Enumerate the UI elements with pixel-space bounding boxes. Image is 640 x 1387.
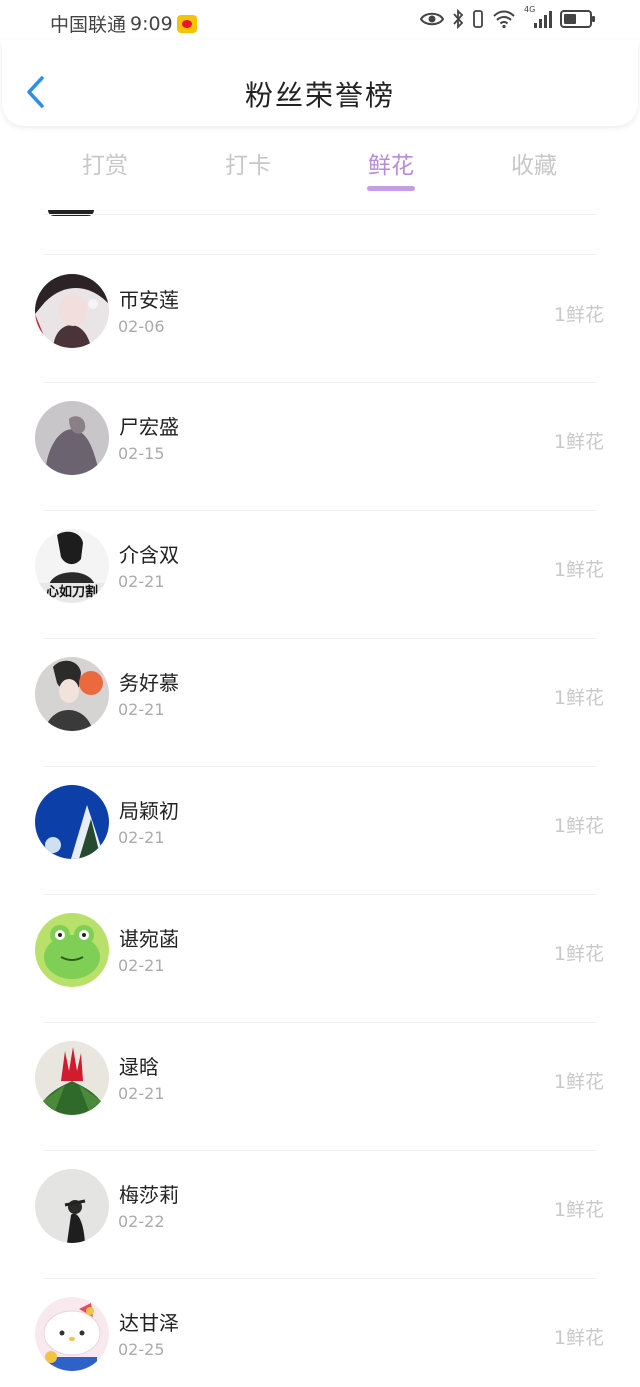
fan-name: 帀安莲 [119,288,179,312]
tab-favorites[interactable]: 收藏 [474,146,594,180]
fan-name: 务好慕 [119,671,179,695]
avatar [35,657,109,731]
fan-name: 达甘泽 [119,1311,179,1335]
fan-date: 02-06 [118,317,165,336]
gift-count: 1鲜花 [553,815,604,837]
fan-date: 02-25 [118,1340,165,1359]
avatar: 心如刀割 [35,529,109,603]
page-title: 粉丝荣誉榜 [244,79,395,112]
gift-count: 1鲜花 [553,559,604,581]
status-icons: 4G [420,5,596,29]
list-divider [44,894,596,895]
carrier-time: 中国联通 9:09 [50,10,197,37]
fan-name: 梅莎莉 [119,1183,179,1207]
vibrate-icon [473,10,483,28]
list-divider [44,1150,596,1151]
fan-date: 02-21 [118,1084,165,1103]
list-divider [44,214,596,215]
list-divider [44,510,596,511]
fan-name: 尸宏盛 [119,415,179,439]
list-divider [44,1022,596,1023]
avatar [35,1041,109,1115]
fan-date: 02-22 [118,1212,165,1231]
tab-reward[interactable]: 打赏 [45,146,165,180]
avatar [35,913,109,987]
fan-date: 02-21 [118,700,165,719]
gift-count: 1鲜花 [553,1071,604,1093]
fan-name: 逯晗 [119,1055,159,1079]
fan-date: 02-21 [118,828,165,847]
tab-bar: 打赏 打卡 鲜花 收藏 [0,140,640,200]
battery-icon [560,10,595,28]
avatar [35,1169,109,1243]
wifi-icon [493,10,515,29]
fan-name: 介含双 [119,543,179,567]
fan-name: 局颖初 [119,799,179,823]
list-divider [44,382,596,383]
tab-flowers[interactable]: 鲜花 [331,146,451,180]
gift-count: 1鲜花 [553,304,604,326]
avatar [35,1297,109,1371]
status-bar: 中国联通 9:09 4G [0,0,640,44]
gift-count: 1鲜花 [553,943,604,965]
partial-avatar [48,210,94,216]
eye-icon [420,12,444,26]
gift-count: 1鲜花 [553,1199,604,1221]
list-item[interactable]: 达甘泽 02-25 1鲜花 [0,1297,640,1387]
fan-date: 02-21 [118,572,165,591]
signal-icon: 4G [524,5,552,29]
carrier-name: 中国联通 [50,14,127,36]
fan-date: 02-21 [118,956,165,975]
header-bar: 粉丝荣誉榜 [2,40,638,126]
list-divider [44,638,596,639]
fan-name: 谌宛菡 [119,927,179,951]
gift-count: 1鲜花 [553,687,604,709]
list-divider [44,766,596,767]
weibo-icon [176,14,197,33]
active-tab-indicator [367,186,415,191]
avatar [35,785,109,859]
avatar [35,401,109,475]
gift-count: 1鲜花 [553,1327,604,1349]
avatar-caption: 心如刀割 [45,585,98,600]
list-divider [44,1278,596,1279]
tab-checkin[interactable]: 打卡 [188,146,308,180]
fan-date: 02-15 [118,444,165,463]
avatar [35,274,109,348]
clock: 9:09 [130,12,173,35]
fan-list: 帀安莲 02-06 1鲜花 尸宏盛 02-15 1鲜花 心如刀割 介含双 02-… [0,200,640,1387]
gift-count: 1鲜花 [553,431,604,453]
bluetooth-icon [453,9,464,29]
list-divider [44,254,596,255]
